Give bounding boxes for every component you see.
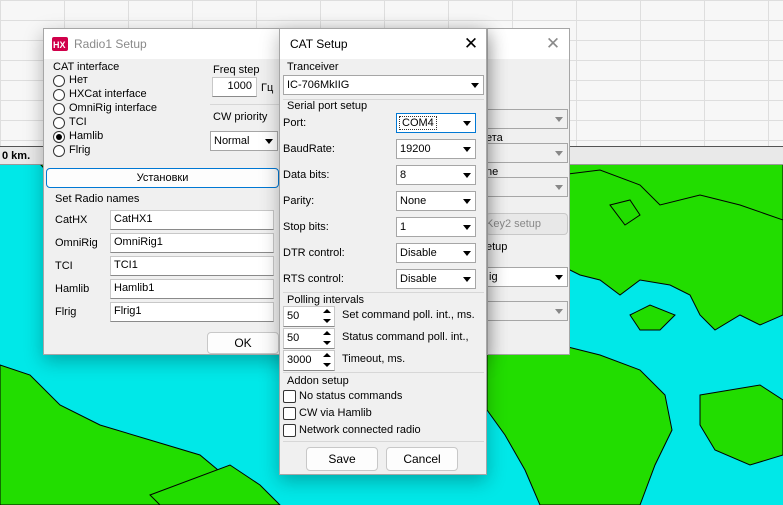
set-radio-names-label: Set Radio names (55, 193, 140, 205)
serial-field-value: 1 (400, 221, 407, 233)
back-combo-5[interactable] (486, 301, 568, 321)
cat-option-radio[interactable] (53, 103, 65, 115)
serial-field-label: Stop bits: (283, 221, 329, 233)
radio-name-input[interactable]: CatHX1 (110, 210, 274, 230)
serial-field-label: DTR control: (283, 247, 345, 259)
serial-field-select[interactable]: None (396, 191, 476, 211)
serial-field-label: RTS control: (283, 273, 344, 285)
addon-checkbox[interactable] (283, 407, 296, 420)
cw-priority-value: Normal (214, 135, 250, 147)
back-setup-label: etup (486, 241, 508, 253)
cat-option-radio[interactable] (53, 89, 65, 101)
serial-field-value: 19200 (400, 143, 431, 155)
close-icon[interactable]: ✕ (456, 33, 486, 55)
addon-label-text: No status commands (299, 390, 403, 402)
polling-spinner[interactable]: 3000 (283, 350, 335, 371)
radio-name-label: Flrig (55, 306, 77, 318)
spin-down-icon[interactable] (323, 363, 331, 367)
serial-field-value: Disable (400, 247, 437, 259)
spin-up-icon[interactable] (323, 353, 331, 357)
serial-field-label: Parity: (283, 195, 315, 207)
serial-field-value: 8 (400, 169, 407, 181)
cat-interface-label: CAT interface (53, 61, 120, 73)
cw-priority-label: CW priority (213, 111, 268, 123)
serial-field-select[interactable]: Disable (396, 243, 476, 263)
tranceiver-select[interactable]: IC-706MkIIG (283, 75, 484, 95)
serial-field-select[interactable]: Disable (396, 269, 476, 289)
polling-spinner[interactable]: 50 (283, 328, 335, 349)
radio-name-label: OmniRig (55, 237, 98, 249)
key2-setup-button[interactable]: Key2 setup (486, 213, 568, 235)
back-combo-1[interactable] (486, 109, 568, 129)
distance-label: 0 km. (2, 150, 31, 162)
serial-field-label: BaudRate: (283, 143, 335, 155)
freq-step-label: Freq step (213, 64, 260, 76)
freq-step-unit: Гц (261, 82, 274, 94)
serial-field-value: Disable (400, 273, 437, 285)
addon-checkbox[interactable] (283, 390, 296, 403)
addon-label: Addon setup (287, 375, 349, 387)
cat-option-label: TCI (69, 116, 87, 128)
back-combo-4-value: ig (489, 271, 498, 283)
cancel-button[interactable]: Cancel (386, 447, 458, 471)
addon-label-text: Network connected radio (299, 424, 421, 436)
cw-priority-select[interactable]: Normal (210, 131, 278, 151)
serial-field-value: COM4 (399, 116, 437, 130)
cat-option-label: OmniRig interface (69, 102, 158, 114)
radio-name-input[interactable]: OmniRig1 (110, 233, 274, 253)
back-window-close-icon[interactable]: ✕ (538, 33, 568, 55)
radio-name-input[interactable]: Flrig1 (110, 302, 274, 322)
radio1-title: Radio1 Setup (74, 37, 147, 51)
tranceiver-label: Tranceiver (287, 61, 339, 73)
cat-setup-window: CAT Setup ✕ Tranceiver IC-706MkIIG Seria… (279, 28, 487, 475)
radio-name-label: TCI (55, 260, 73, 272)
polling-value: 50 (287, 332, 300, 344)
cat-option-label: Нет (69, 74, 88, 86)
polling-label-text: Set command poll. int., ms. (342, 309, 475, 321)
spin-down-icon[interactable] (323, 341, 331, 345)
polling-label-text: Status command poll. int., (342, 331, 469, 343)
freq-step-input[interactable]: 1000 (212, 77, 257, 97)
back-window: ✕ ета ne Key2 setup etup ig (486, 28, 570, 355)
serial-field-value: None (400, 195, 427, 207)
spin-down-icon[interactable] (323, 319, 331, 323)
back-combo-2[interactable] (486, 143, 568, 163)
cat-option-radio[interactable] (53, 117, 65, 129)
polling-label-text: Timeout, ms. (342, 353, 406, 365)
serial-field-label: Data bits: (283, 169, 330, 181)
serial-port-label: Serial port setup (287, 100, 368, 112)
tranceiver-value: IC-706MkIIG (287, 79, 350, 91)
serial-field-select[interactable]: 1 (396, 217, 476, 237)
cat-option-label: Flrig (69, 144, 91, 156)
ok-button[interactable]: OK (207, 332, 279, 354)
polling-value: 50 (287, 310, 300, 322)
app-logo-icon: HX (52, 37, 68, 51)
radio-name-label: CatHX (55, 214, 88, 226)
cat-option-radio[interactable] (53, 131, 65, 143)
serial-field-select[interactable]: 19200 (396, 139, 476, 159)
spin-up-icon[interactable] (323, 331, 331, 335)
polling-label: Polling intervals (287, 294, 365, 306)
cat-option-label: Hamlib (69, 130, 104, 142)
back-combo-3[interactable] (486, 177, 568, 197)
save-button[interactable]: Save (306, 447, 378, 471)
radio-name-input[interactable]: Hamlib1 (110, 279, 274, 299)
cat-setup-title: CAT Setup (290, 37, 348, 51)
radio-name-label: Hamlib (55, 283, 90, 295)
cat-option-radio[interactable] (53, 145, 65, 157)
addon-label-text: CW via Hamlib (299, 407, 372, 419)
settings-button[interactable]: Установки (46, 168, 279, 188)
radio-name-input[interactable]: TCI1 (110, 256, 274, 276)
polling-value: 3000 (287, 354, 312, 366)
cat-option-radio[interactable] (53, 75, 65, 87)
cat-option-label: HXCat interface (69, 88, 147, 100)
addon-checkbox[interactable] (283, 424, 296, 437)
svg-text:HX: HX (53, 40, 66, 50)
serial-field-select[interactable]: 8 (396, 165, 476, 185)
spin-up-icon[interactable] (323, 309, 331, 313)
polling-spinner[interactable]: 50 (283, 306, 335, 327)
serial-field-select[interactable]: COM4 (396, 113, 476, 133)
serial-field-label: Port: (283, 117, 307, 129)
back-combo-4[interactable]: ig (486, 267, 568, 287)
